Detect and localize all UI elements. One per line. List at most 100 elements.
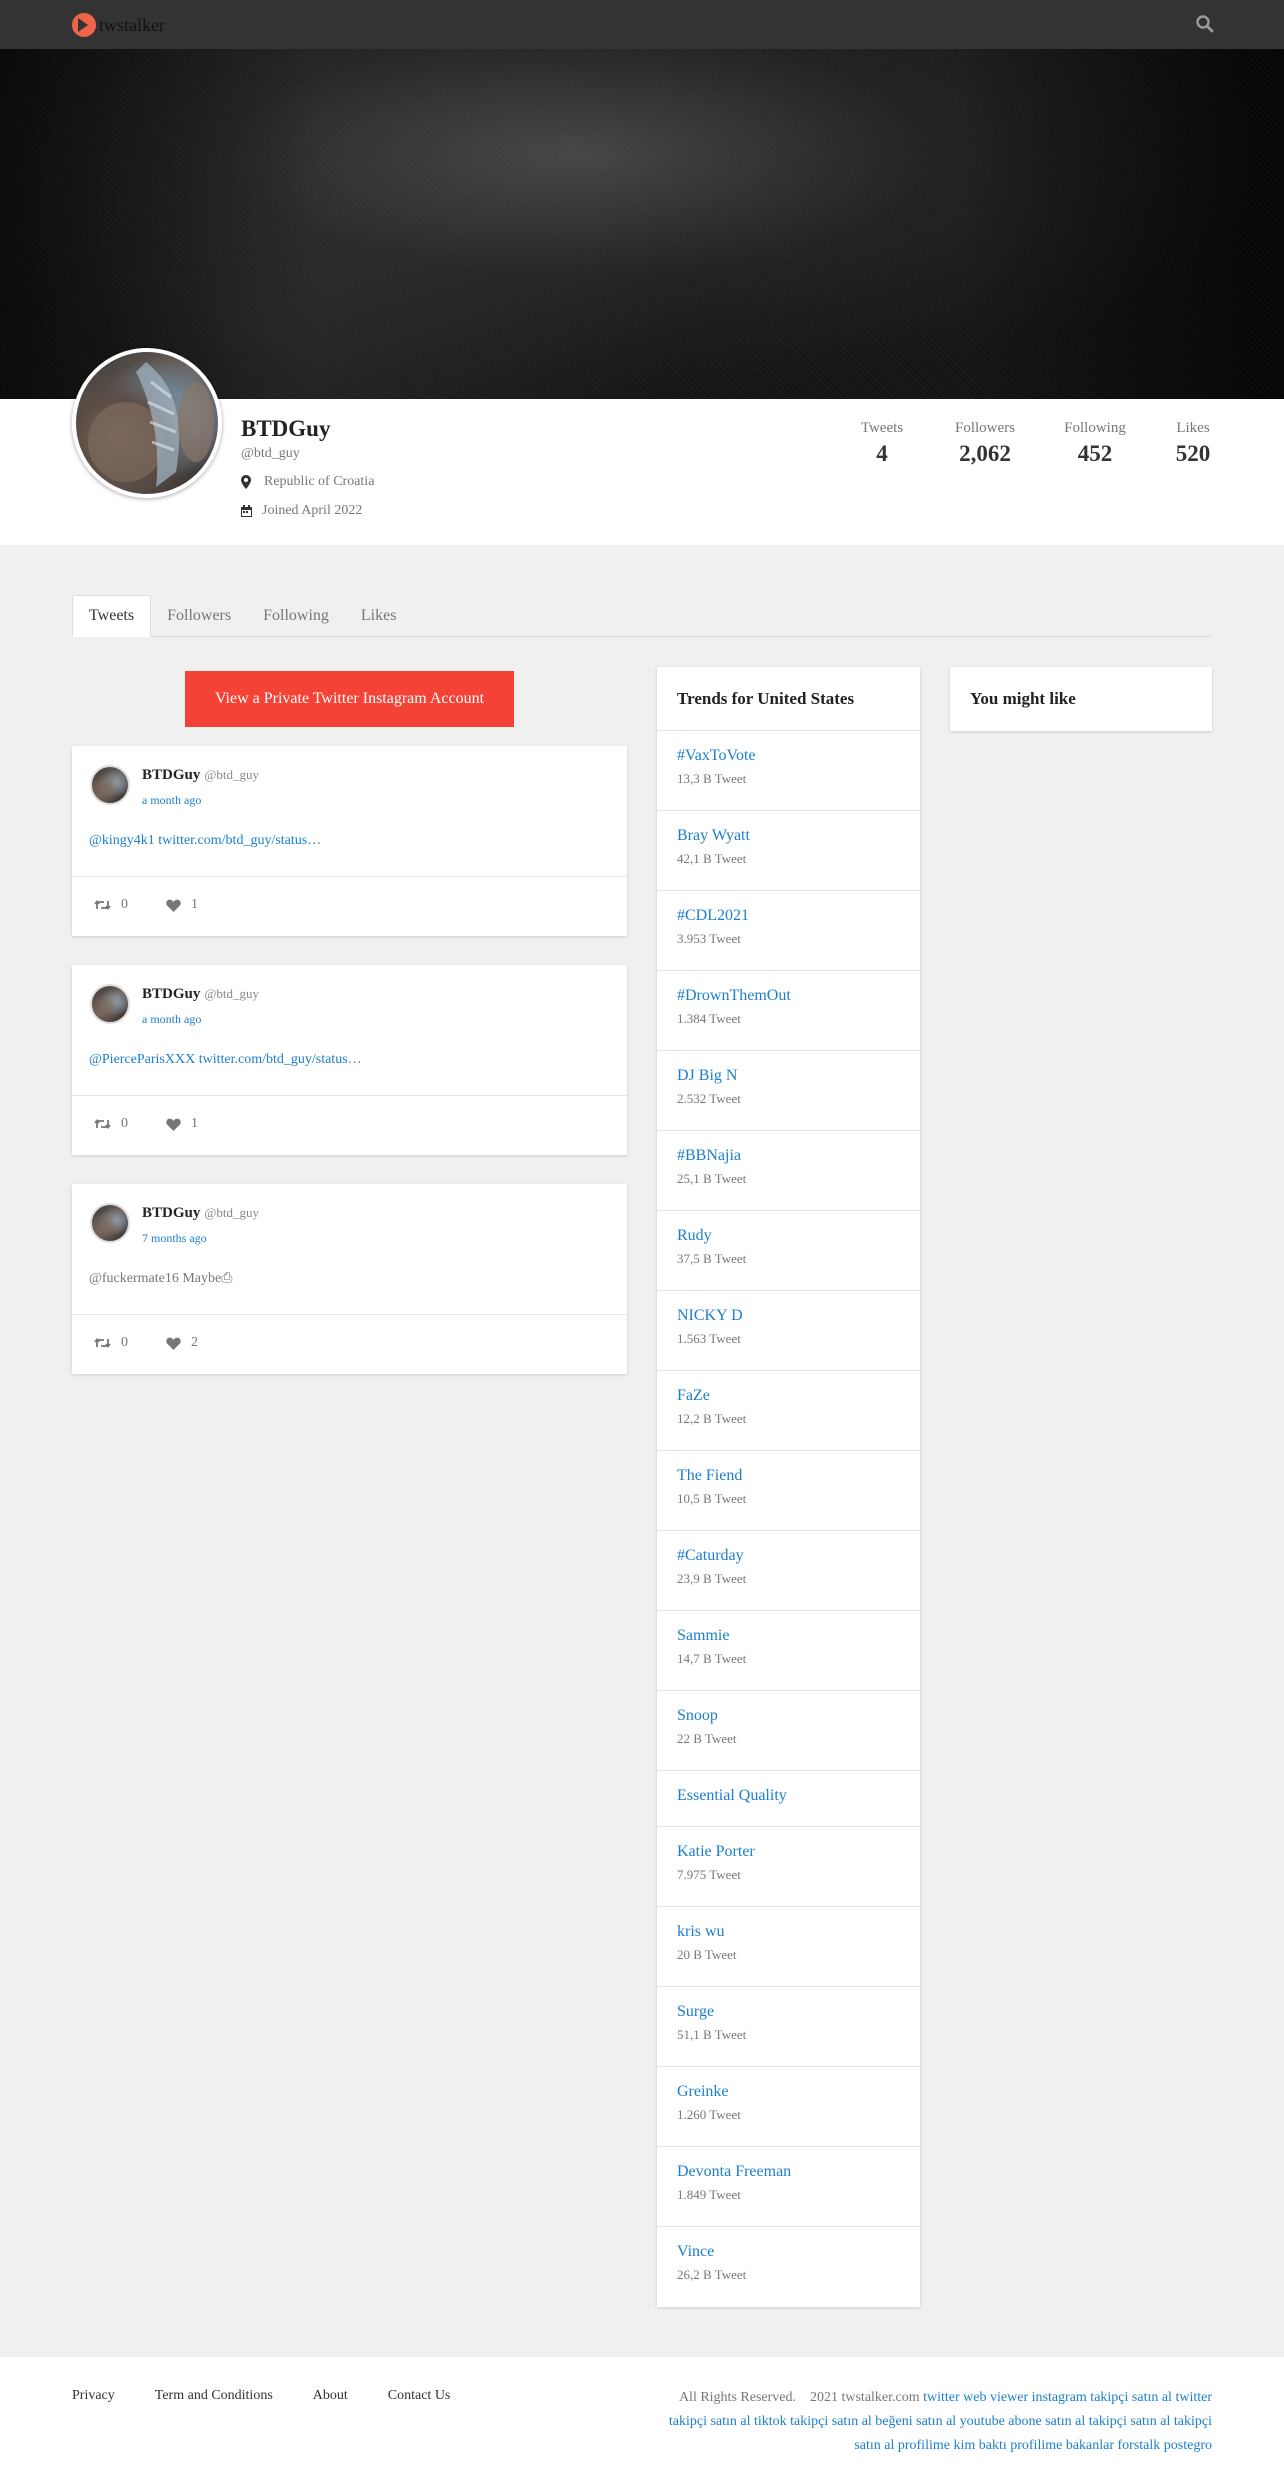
trend-item[interactable]: Bray Wyatt 42,1 B Tweet: [657, 811, 920, 891]
trend-count: 23,9 B Tweet: [677, 1571, 747, 1586]
tweet-author-handle: @btd_guy: [204, 986, 259, 1001]
heart-icon[interactable]: [166, 1118, 181, 1131]
profile-avatar: [72, 348, 222, 498]
footer-link-contact[interactable]: Contact Us: [388, 2388, 451, 2404]
trend-count: 51,1 B Tweet: [677, 2027, 747, 2042]
retweet-icon[interactable]: [94, 1337, 111, 1349]
copyright-text: 2021 twstalker.com: [809, 2390, 920, 2405]
stat-label: Following: [1064, 420, 1126, 436]
footer-link-privacy[interactable]: Privacy: [72, 2388, 115, 2404]
trend-name[interactable]: #VaxToVote: [677, 747, 900, 765]
footer: Privacy Term and Conditions About Contac…: [0, 2357, 1284, 2476]
tweet-author[interactable]: BTDGuy @btd_guy: [142, 767, 259, 784]
trend-name[interactable]: #DrownThemOut: [677, 987, 900, 1005]
tweet-time[interactable]: a month ago: [142, 793, 201, 808]
trend-name[interactable]: DJ Big N: [677, 1067, 900, 1085]
joined-text: Joined April 2022: [262, 503, 363, 518]
trend-count: 13,3 B Tweet: [677, 771, 747, 786]
stat-likes[interactable]: Likes 520: [1168, 420, 1218, 467]
footer-link-terms[interactable]: Term and Conditions: [155, 2388, 273, 2404]
stat-tweets[interactable]: Tweets 4: [852, 420, 912, 467]
tab-followers[interactable]: Followers: [151, 595, 247, 637]
stat-following[interactable]: Following 452: [1055, 420, 1135, 467]
stat-value: 2,062: [959, 441, 1011, 466]
trend-name[interactable]: Greinke: [677, 2083, 900, 2101]
trend-item[interactable]: kris wu 20 B Tweet: [657, 1907, 920, 1987]
tweet-text[interactable]: @kingy4k1 twitter.com/btd_guy/status…: [89, 833, 321, 849]
tab-following[interactable]: Following: [247, 595, 345, 637]
trend-item[interactable]: Katie Porter 7.975 Tweet: [657, 1827, 920, 1907]
tweet-actions: 0 2: [94, 1335, 198, 1351]
footer-link-about[interactable]: About: [313, 2388, 348, 2404]
trend-item[interactable]: #BBNajia 25,1 B Tweet: [657, 1131, 920, 1211]
trend-name[interactable]: Devonta Freeman: [677, 2163, 900, 2181]
trend-name[interactable]: Katie Porter: [677, 1843, 900, 1861]
trend-item[interactable]: FaZe 12,2 B Tweet: [657, 1371, 920, 1451]
trend-name[interactable]: FaZe: [677, 1387, 900, 1405]
tweet-author-name: BTDGuy: [142, 986, 201, 1002]
trend-count: 12,2 B Tweet: [677, 1411, 747, 1426]
tweet-avatar[interactable]: [90, 765, 130, 805]
tweet-time[interactable]: a month ago: [142, 1012, 201, 1027]
retweet-count: 0: [121, 1335, 128, 1350]
trend-name[interactable]: Rudy: [677, 1227, 900, 1245]
search-icon[interactable]: [1195, 14, 1215, 34]
trend-name[interactable]: Vince: [677, 2243, 900, 2261]
trend-name[interactable]: #Caturday: [677, 1547, 900, 1565]
tweet-author[interactable]: BTDGuy @btd_guy: [142, 986, 259, 1003]
trend-item[interactable]: The Fiend 10,5 B Tweet: [657, 1451, 920, 1531]
trend-item[interactable]: Sammie 14,7 B Tweet: [657, 1611, 920, 1691]
tweet-avatar[interactable]: [90, 984, 130, 1024]
stat-value: 4: [876, 441, 888, 466]
location-pin-icon: [241, 475, 251, 489]
like-count: 1: [191, 1116, 198, 1131]
top-navbar: twstalker: [0, 0, 1284, 49]
trend-item[interactable]: Devonta Freeman 1.849 Tweet: [657, 2147, 920, 2227]
trend-item[interactable]: #Caturday 23,9 B Tweet: [657, 1531, 920, 1611]
trend-name[interactable]: Sammie: [677, 1627, 900, 1645]
tab-tweets[interactable]: Tweets: [72, 595, 152, 637]
view-private-account-button[interactable]: View a Private Twitter Instagram Account: [185, 671, 514, 727]
trend-name[interactable]: Bray Wyatt: [677, 827, 900, 845]
trend-name[interactable]: NICKY D: [677, 1307, 900, 1325]
trend-item[interactable]: Vince 26,2 B Tweet: [657, 2227, 920, 2307]
retweet-icon[interactable]: [94, 899, 111, 911]
trend-name[interactable]: kris wu: [677, 1923, 900, 1941]
brand-logo[interactable]: twstalker: [72, 12, 165, 38]
tweet-card: BTDGuy @btd_guy a month ago @kingy4k1 twi…: [72, 746, 627, 936]
trend-item[interactable]: Snoop 22 B Tweet: [657, 1691, 920, 1771]
footer-links: Privacy Term and Conditions About Contac…: [72, 2388, 490, 2404]
location-text: Republic of Croatia: [264, 474, 375, 489]
trend-item[interactable]: #CDL2021 3.953 Tweet: [657, 891, 920, 971]
trend-name[interactable]: Surge: [677, 2003, 900, 2021]
tweet-avatar[interactable]: [90, 1203, 130, 1243]
stat-followers[interactable]: Followers 2,062: [945, 420, 1025, 467]
trend-count: 20 B Tweet: [677, 1947, 737, 1962]
trend-item[interactable]: NICKY D 1.563 Tweet: [657, 1291, 920, 1371]
tweet-author-name: BTDGuy: [142, 1205, 201, 1221]
trend-item[interactable]: Surge 51,1 B Tweet: [657, 1987, 920, 2067]
trend-item[interactable]: #VaxToVote 13,3 B Tweet: [657, 731, 920, 811]
retweet-icon[interactable]: [94, 1118, 111, 1130]
tweet-author[interactable]: BTDGuy @btd_guy: [142, 1205, 259, 1222]
tab-likes[interactable]: Likes: [345, 595, 413, 637]
trend-count: 1.260 Tweet: [677, 2107, 741, 2122]
trend-name[interactable]: The Fiend: [677, 1467, 900, 1485]
stat-label: Likes: [1176, 420, 1210, 436]
trend-name[interactable]: #BBNajia: [677, 1147, 900, 1165]
trend-item[interactable]: Essential Quality: [657, 1771, 920, 1827]
trend-count: 22 B Tweet: [677, 1731, 737, 1746]
trend-item[interactable]: DJ Big N 2.532 Tweet: [657, 1051, 920, 1131]
tweet-text[interactable]: @PierceParisXXX twitter.com/btd_guy/stat…: [89, 1052, 362, 1068]
trend-name[interactable]: #CDL2021: [677, 907, 900, 925]
tweet-card: BTDGuy @btd_guy a month ago @PierceParisX…: [72, 965, 627, 1155]
trend-item[interactable]: Greinke 1.260 Tweet: [657, 2067, 920, 2147]
heart-icon[interactable]: [166, 1337, 181, 1350]
tweet-time[interactable]: 7 months ago: [142, 1231, 207, 1246]
heart-icon[interactable]: [166, 899, 181, 912]
trend-count: 2.532 Tweet: [677, 1091, 741, 1106]
trend-item[interactable]: #DrownThemOut 1.384 Tweet: [657, 971, 920, 1051]
trend-name[interactable]: Essential Quality: [677, 1787, 900, 1805]
trend-name[interactable]: Snoop: [677, 1707, 900, 1725]
trend-item[interactable]: Rudy 37,5 B Tweet: [657, 1211, 920, 1291]
